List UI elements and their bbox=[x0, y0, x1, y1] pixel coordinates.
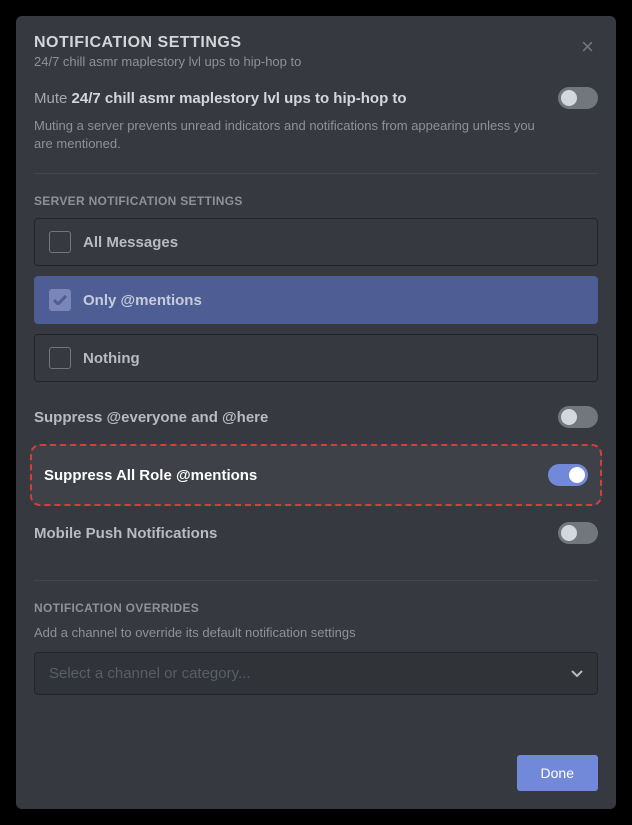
suppress-everyone-toggle[interactable] bbox=[558, 406, 598, 428]
chevron-down-icon bbox=[571, 670, 583, 678]
suppress-everyone-row: Suppress @everyone and @here bbox=[34, 390, 598, 444]
radio-label: Only @mentions bbox=[83, 292, 202, 309]
done-button[interactable]: Done bbox=[517, 755, 598, 791]
mute-server-section: Mute 24/7 chill asmr maplestory lvl ups … bbox=[34, 87, 598, 153]
checkbox-icon bbox=[49, 289, 71, 311]
suppress-everyone-label: Suppress @everyone and @here bbox=[34, 409, 268, 426]
notification-overrides-label: NOTIFICATION OVERRIDES bbox=[34, 601, 598, 615]
modal-title: NOTIFICATION SETTINGS bbox=[34, 34, 301, 52]
mute-server-description: Muting a server prevents unread indicato… bbox=[34, 117, 554, 153]
mobile-push-label: Mobile Push Notifications bbox=[34, 525, 217, 542]
mute-server-toggle[interactable] bbox=[558, 87, 598, 109]
radio-nothing[interactable]: Nothing bbox=[34, 334, 598, 382]
divider bbox=[34, 580, 598, 581]
mobile-push-row: Mobile Push Notifications bbox=[34, 506, 598, 560]
highlighted-suppress-roles: Suppress All Role @mentions bbox=[30, 444, 602, 506]
modal-footer: Done bbox=[517, 755, 598, 791]
radio-only-mentions[interactable]: Only @mentions bbox=[34, 276, 598, 324]
mute-server-label: Mute 24/7 chill asmr maplestory lvl ups … bbox=[34, 90, 407, 107]
mute-prefix: Mute bbox=[34, 90, 72, 107]
suppress-roles-label: Suppress All Role @mentions bbox=[44, 467, 257, 484]
notification-settings-modal: NOTIFICATION SETTINGS 24/7 chill asmr ma… bbox=[16, 16, 616, 809]
mute-server-name: 24/7 chill asmr maplestory lvl ups to hi… bbox=[72, 90, 407, 107]
checkbox-icon bbox=[49, 231, 71, 253]
suppress-roles-row: Suppress All Role @mentions bbox=[44, 450, 588, 500]
checkbox-icon bbox=[49, 347, 71, 369]
modal-subtitle: 24/7 chill asmr maplestory lvl ups to hi… bbox=[34, 54, 301, 69]
server-notification-settings-label: SERVER NOTIFICATION SETTINGS bbox=[34, 194, 598, 208]
radio-label: Nothing bbox=[83, 350, 140, 367]
notification-overrides-description: Add a channel to override its default no… bbox=[34, 625, 598, 640]
radio-label: All Messages bbox=[83, 234, 178, 251]
notification-radio-group: All Messages Only @mentions Nothing bbox=[34, 218, 598, 382]
modal-header: NOTIFICATION SETTINGS 24/7 chill asmr ma… bbox=[34, 34, 598, 69]
radio-all-messages[interactable]: All Messages bbox=[34, 218, 598, 266]
divider bbox=[34, 173, 598, 174]
suppress-roles-toggle[interactable] bbox=[548, 464, 588, 486]
select-placeholder: Select a channel or category... bbox=[49, 665, 251, 682]
close-icon[interactable]: × bbox=[577, 34, 598, 60]
mobile-push-toggle[interactable] bbox=[558, 522, 598, 544]
channel-override-select[interactable]: Select a channel or category... bbox=[34, 652, 598, 695]
